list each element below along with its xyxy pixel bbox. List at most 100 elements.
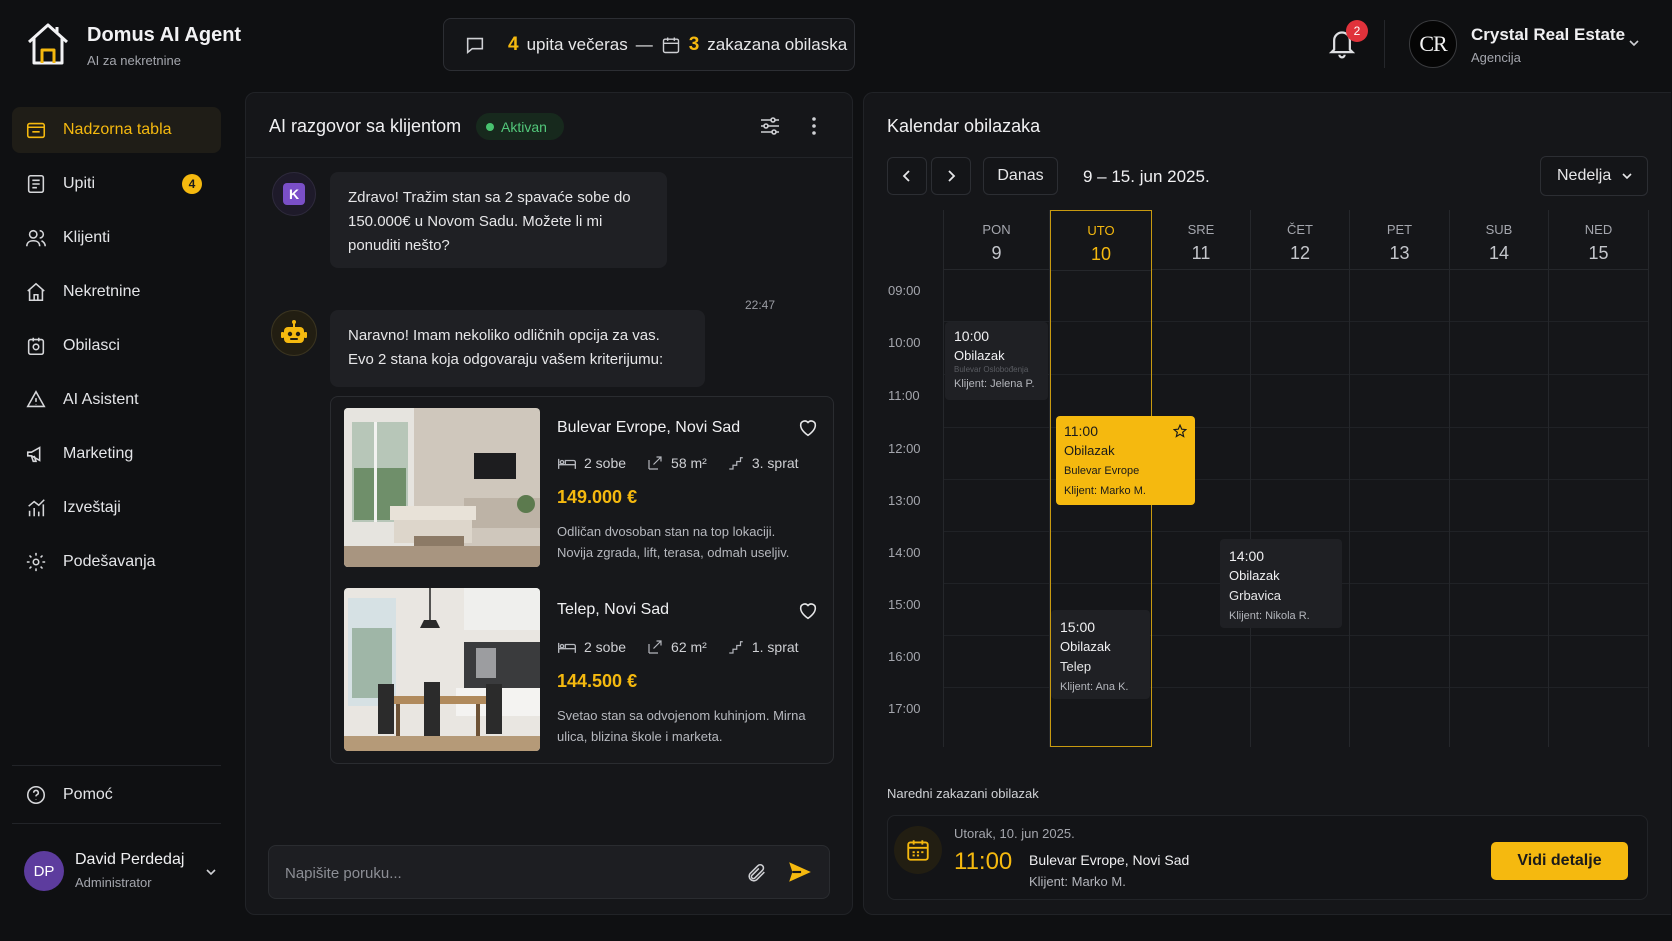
- hour-label: 17:00: [888, 701, 921, 716]
- hour-label: 12:00: [888, 441, 921, 456]
- bed-icon: [558, 458, 576, 469]
- property-rooms: 2 sobe: [584, 639, 627, 655]
- user-avatar[interactable]: DP: [24, 851, 64, 891]
- chevron-down-icon[interactable]: [1627, 36, 1641, 50]
- day-header: PET 13: [1350, 210, 1449, 270]
- sidebar-item-settings[interactable]: Podešavanja: [12, 539, 221, 585]
- send-icon[interactable]: [787, 859, 813, 885]
- status-dot: [486, 122, 494, 131]
- sidebar-item-label: Izveštaji: [63, 499, 121, 516]
- day-header: PON 9: [944, 210, 1049, 270]
- brand-logo-icon: [24, 20, 72, 68]
- sidebar-item-label: Podešavanja: [63, 553, 156, 570]
- property-title[interactable]: Bulevar Evrope, Novi Sad: [557, 419, 740, 437]
- day-header: NED 15: [1549, 210, 1648, 270]
- today-button[interactable]: Danas: [983, 157, 1058, 195]
- day-column-thu[interactable]: ČET 12: [1251, 210, 1350, 747]
- day-header: SUB 14: [1450, 210, 1548, 270]
- day-abbr: PON: [982, 222, 1011, 237]
- home-icon: [27, 282, 45, 302]
- day-number: 10: [1090, 244, 1112, 264]
- day-abbr: NED: [1584, 222, 1613, 237]
- sidebar-item-properties[interactable]: Nekretnine: [12, 269, 221, 315]
- summary-separator: —: [635, 34, 653, 54]
- calendar-event[interactable]: 10:00 Obilazak Bulevar Oslobođenja Klije…: [945, 322, 1048, 400]
- sidebar-item-inquiries[interactable]: Upiti 4: [12, 161, 221, 207]
- view-details-button[interactable]: Vidi detalje: [1491, 842, 1628, 880]
- message-time: 22:47: [745, 298, 776, 312]
- sidebar-item-ai-assistant[interactable]: AI Asistent: [12, 377, 221, 423]
- event-time: 14:00: [1229, 548, 1265, 564]
- day-column-mon[interactable]: PON 9: [944, 210, 1050, 747]
- paperclip-icon[interactable]: [746, 861, 768, 885]
- calendar-event-highlighted[interactable]: 11:00 Obilazak Bulevar Evrope Klijent: M…: [1056, 416, 1195, 505]
- inbox-icon: [27, 174, 45, 194]
- sidebar-item-reports[interactable]: Izveštaji: [12, 485, 221, 531]
- sidebar-item-visits[interactable]: Obilasci: [12, 323, 221, 369]
- sidebar-item-dashboard[interactable]: Nadzorna tabla: [12, 107, 221, 153]
- sidebar-item-label: Obilasci: [63, 337, 120, 354]
- message-input[interactable]: [285, 862, 725, 884]
- event-client: Klijent: Jelena P.: [954, 378, 1035, 390]
- heart-icon[interactable]: [797, 600, 819, 622]
- sidebar-item-marketing[interactable]: Marketing: [12, 431, 221, 477]
- property-description: Svetao stan sa odvojenom kuhinjom. Mirna…: [557, 708, 806, 744]
- property-title[interactable]: Telep, Novi Sad: [557, 601, 669, 619]
- next-visit-label: Naredni zakazani obilazak: [887, 786, 1039, 801]
- more-vertical-icon[interactable]: [808, 114, 820, 138]
- chevron-down-icon[interactable]: [205, 866, 217, 878]
- calendar-event[interactable]: 15:00 Obilazak Telep Klijent: Ana K.: [1051, 610, 1150, 699]
- day-column-sun[interactable]: NED 15: [1549, 210, 1649, 747]
- inquiries-text: upita večeras: [526, 34, 628, 54]
- event-type: Obilazak: [1064, 443, 1115, 458]
- next-visit-client: Klijent: Marko M.: [1029, 874, 1126, 889]
- heart-icon[interactable]: [797, 417, 819, 439]
- calendar-check-icon: [27, 337, 45, 356]
- date-range: 9 – 15. jun 2025.: [1083, 167, 1210, 186]
- day-number: 13: [1389, 243, 1410, 263]
- day-number: 14: [1488, 243, 1510, 263]
- agency-avatar[interactable]: CR: [1409, 20, 1457, 68]
- star-icon[interactable]: [1173, 424, 1187, 438]
- property-rooms: 2 sobe: [584, 455, 627, 471]
- day-abbr: PET: [1386, 222, 1413, 237]
- robot-icon: [271, 310, 317, 356]
- client-avatar: K: [272, 172, 316, 216]
- day-header: ČET 12: [1251, 210, 1349, 270]
- calendar-event[interactable]: 14:00 Obilazak Grbavica Klijent: Nikola …: [1220, 539, 1342, 628]
- day-header: SRE 11: [1152, 210, 1250, 270]
- day-abbr: ČET: [1287, 222, 1313, 237]
- prev-week-button[interactable]: [887, 157, 927, 195]
- area-icon: [648, 456, 662, 470]
- sidebar-item-label: Nadzorna tabla: [63, 121, 172, 138]
- gear-icon: [26, 552, 46, 572]
- next-week-button[interactable]: [931, 157, 971, 195]
- agency-name[interactable]: Crystal Real Estate: [1471, 25, 1625, 45]
- sidebar-divider: [12, 823, 221, 824]
- status-label: Aktivan: [501, 118, 547, 135]
- hour-label: 10:00: [888, 335, 921, 350]
- view-select[interactable]: Nedelja: [1540, 156, 1648, 196]
- day-column-sat[interactable]: SUB 14: [1450, 210, 1549, 747]
- sidebar-item-clients[interactable]: Klijenti: [12, 215, 221, 261]
- users-icon: [26, 229, 46, 247]
- event-type: Obilazak: [1229, 568, 1280, 583]
- day-column-fri[interactable]: PET 13: [1350, 210, 1450, 747]
- user-role: Administrator: [75, 875, 152, 890]
- sidebar-item-help[interactable]: Pomoć: [12, 772, 221, 818]
- next-visit-time: 11:00: [954, 848, 1013, 875]
- next-visit-address: Bulevar Evrope, Novi Sad: [1029, 852, 1190, 868]
- property-photo-kitchen[interactable]: [344, 588, 540, 751]
- dashboard-icon: [26, 122, 46, 139]
- client-message: Zdravo! Tražim stan sa 2 spavaće sobe do…: [330, 172, 667, 268]
- day-abbr: SRE: [1187, 222, 1215, 237]
- event-location: Telep: [1060, 659, 1092, 674]
- property-price: 144.500 €: [557, 671, 638, 691]
- user-name[interactable]: David Perdedaj: [75, 851, 184, 869]
- property-photo-living-room[interactable]: [344, 408, 540, 567]
- hour-label: 09:00: [888, 283, 921, 298]
- filter-sliders-icon[interactable]: [758, 114, 782, 138]
- event-client: Klijent: Marko M.: [1064, 485, 1146, 497]
- calendar-icon: [894, 826, 942, 874]
- event-client: Klijent: Nikola R.: [1229, 610, 1310, 622]
